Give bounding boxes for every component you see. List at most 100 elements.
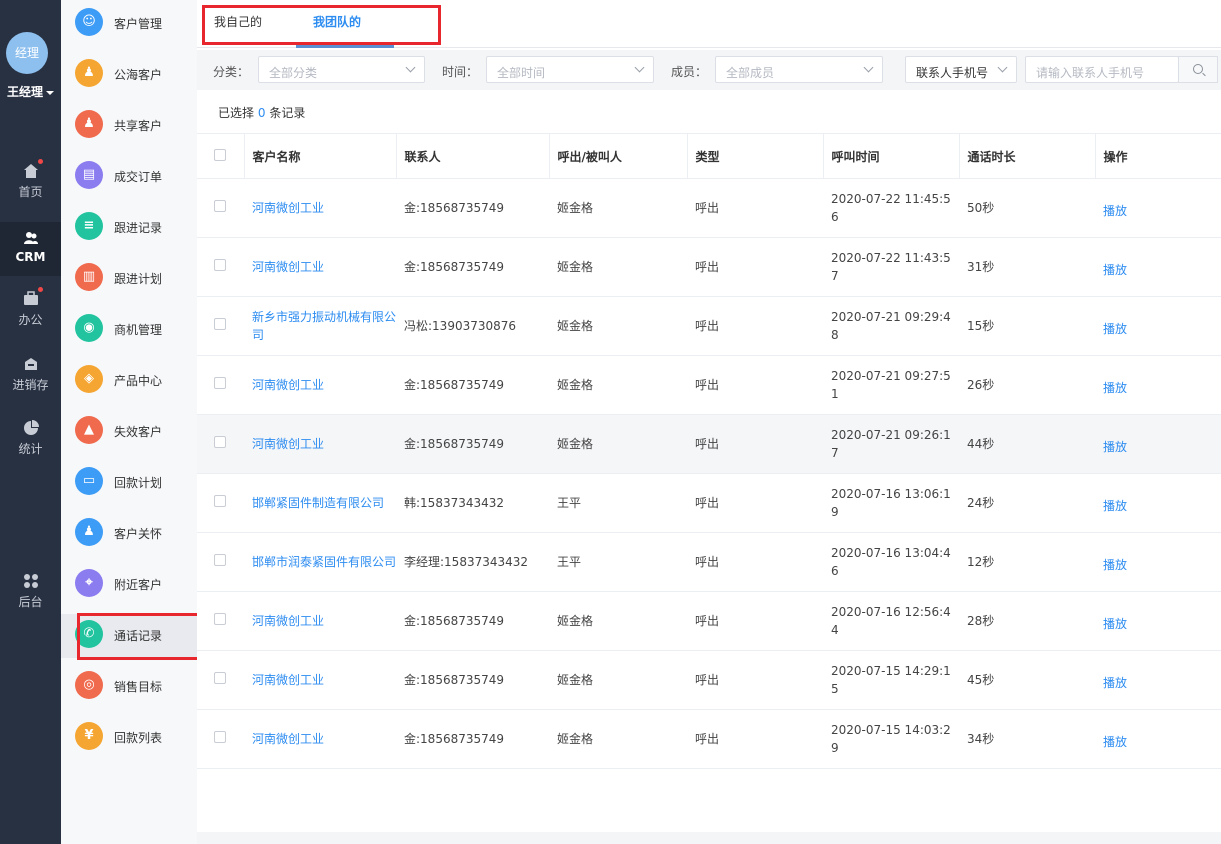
- row-checkbox[interactable]: [214, 377, 226, 389]
- customer-link[interactable]: 河南微创工业: [252, 732, 324, 746]
- customer-link[interactable]: 河南微创工业: [252, 673, 324, 687]
- play-link[interactable]: 播放: [1103, 499, 1127, 513]
- play-link[interactable]: 播放: [1103, 440, 1127, 454]
- play-link[interactable]: 播放: [1103, 381, 1127, 395]
- duration-cell: 50秒: [959, 178, 1095, 238]
- contact-type-value: 联系人手机号: [916, 66, 989, 80]
- menu-item-shared-customers[interactable]: ♟ 共享客户: [61, 104, 197, 148]
- menu-item-products[interactable]: ◈ 产品中心: [61, 359, 197, 403]
- menu-item-lost-customers[interactable]: ▲ 失效客户: [61, 410, 197, 454]
- search-button[interactable]: [1178, 56, 1218, 83]
- customer-link[interactable]: 河南微创工业: [252, 378, 324, 392]
- menu-item-label: 产品中心: [114, 374, 163, 388]
- time-cell: 2020-07-16 12:56:44: [823, 591, 959, 651]
- card-icon: ▭: [75, 467, 103, 495]
- menu-item-customer-care[interactable]: ♟ 客户关怀: [61, 512, 197, 556]
- category-select[interactable]: 全部分类: [258, 56, 425, 83]
- menu-item-followup-plan[interactable]: ▥ 跟进计划: [61, 257, 197, 301]
- nav-item-admin[interactable]: 后台: [0, 573, 61, 627]
- caller-cell: 姬金格: [549, 178, 687, 238]
- menu-item-payment-list[interactable]: ¥ 回款列表: [61, 716, 197, 760]
- duration-cell: 26秒: [959, 355, 1095, 415]
- table-row: 新乡市强力振动机械有限公司 冯松:13903730876 姬金格 呼出 2020…: [197, 296, 1221, 356]
- play-link[interactable]: 播放: [1103, 617, 1127, 631]
- menu-item-nearby-customers[interactable]: ⌖ 附近客户: [61, 563, 197, 607]
- customer-link[interactable]: 河南微创工业: [252, 437, 324, 451]
- row-checkbox[interactable]: [214, 554, 226, 566]
- menu-item-label: 附近客户: [114, 578, 163, 592]
- type-cell: 呼出: [687, 532, 823, 592]
- nav-item-office[interactable]: 办公: [0, 287, 61, 345]
- menu-item-public-customers[interactable]: ♟ 公海客户: [61, 53, 197, 97]
- customer-link[interactable]: 河南微创工业: [252, 201, 324, 215]
- phone-search-input[interactable]: 请输入联系人手机号: [1025, 56, 1179, 83]
- row-checkbox[interactable]: [214, 672, 226, 684]
- plan-icon: ▥: [75, 263, 103, 291]
- caller-cell: 姬金格: [549, 650, 687, 710]
- menu-item-orders[interactable]: ▤ 成交订单: [61, 155, 197, 199]
- crm-submenu: ☺ 客户管理 ♟ 公海客户 ♟ 共享客户 ▤ 成交订单 ≡ 跟进记录 ▥ 跟进计…: [61, 0, 207, 844]
- table-row: 邯郸紧固件制造有限公司 韩:15837343432 王平 呼出 2020-07-…: [197, 473, 1221, 533]
- table-row: 河南微创工业 金:18568735749 姬金格 呼出 2020-07-15 1…: [197, 709, 1221, 769]
- column-header: 呼出/被叫人: [549, 133, 688, 179]
- row-checkbox[interactable]: [214, 731, 226, 743]
- contact-cell: 金:18568735749: [396, 237, 549, 297]
- duration-cell: 44秒: [959, 414, 1095, 474]
- select-all-checkbox[interactable]: [214, 148, 226, 161]
- customer-link[interactable]: 邯郸市润泰紧固件有限公司: [252, 555, 396, 569]
- nav-item-crm[interactable]: CRM: [0, 222, 61, 276]
- row-checkbox[interactable]: [214, 613, 226, 625]
- caller-cell: 姬金格: [549, 296, 687, 356]
- time-cell: 2020-07-16 13:04:46: [823, 532, 959, 592]
- nav-item-home[interactable]: 首页: [0, 159, 61, 217]
- row-checkbox[interactable]: [214, 200, 226, 212]
- main-nav: 经理 王经理 首页 CRM 办公 进销存 统计 后台: [0, 0, 61, 844]
- chevron-down-icon: [634, 62, 645, 73]
- user-menu[interactable]: 王经理: [0, 83, 61, 100]
- user-name: 王经理: [6, 85, 43, 99]
- column-header: 通话时长: [959, 133, 1096, 179]
- contact-type-select[interactable]: 联系人手机号: [905, 56, 1017, 83]
- type-cell: 呼出: [687, 178, 823, 238]
- avatar[interactable]: 经理: [6, 32, 48, 74]
- active-tab-indicator: [296, 45, 394, 48]
- play-link[interactable]: 播放: [1103, 558, 1127, 572]
- menu-item-payment-plan[interactable]: ▭ 回款计划: [61, 461, 197, 505]
- customer-link[interactable]: 河南微创工业: [252, 260, 324, 274]
- member-select[interactable]: 全部成员: [715, 56, 883, 83]
- play-link[interactable]: 播放: [1103, 263, 1127, 277]
- play-link[interactable]: 播放: [1103, 204, 1127, 218]
- menu-item-customers[interactable]: ☺ 客户管理: [61, 2, 197, 46]
- contact-cell: 韩:15837343432: [396, 473, 549, 533]
- filter-bar: 分类： 全部分类 时间： 全部时间 成员： 全部成员 联系人手机号 请输入联系人…: [197, 50, 1221, 90]
- tab-bar: 我自己的 我团队的: [197, 0, 1221, 48]
- row-checkbox[interactable]: [214, 495, 226, 507]
- customer-link[interactable]: 新乡市强力振动机械有限公司: [252, 310, 396, 342]
- duration-cell: 24秒: [959, 473, 1095, 533]
- type-cell: 呼出: [687, 355, 823, 415]
- row-checkbox[interactable]: [214, 318, 226, 330]
- time-select[interactable]: 全部时间: [486, 56, 654, 83]
- play-link[interactable]: 播放: [1103, 676, 1127, 690]
- menu-item-label: 回款列表: [114, 731, 163, 745]
- customer-link[interactable]: 邯郸紧固件制造有限公司: [252, 496, 384, 510]
- customer-link[interactable]: 河南微创工业: [252, 614, 324, 628]
- nav-item-stats[interactable]: 统计: [0, 420, 61, 474]
- nav-item-inventory[interactable]: 进销存: [0, 356, 61, 410]
- menu-item-label: 销售目标: [114, 680, 163, 694]
- time-cell: 2020-07-22 11:45:56: [823, 178, 959, 238]
- pagination-area: [197, 832, 1221, 844]
- play-link[interactable]: 播放: [1103, 322, 1127, 336]
- main-content: 我自己的 我团队的 分类： 全部分类 时间： 全部时间 成员： 全部成员 联系人…: [197, 0, 1221, 844]
- column-header: 联系人: [396, 133, 550, 179]
- row-checkbox[interactable]: [214, 436, 226, 448]
- nav-item-label: 统计: [18, 442, 43, 456]
- row-checkbox[interactable]: [214, 259, 226, 271]
- menu-item-sales-target[interactable]: ◎ 销售目标: [61, 665, 197, 709]
- box-icon: ◈: [75, 365, 103, 393]
- menu-item-opportunities[interactable]: ◉ 商机管理: [61, 308, 197, 352]
- play-link[interactable]: 播放: [1103, 735, 1127, 749]
- time-cell: 2020-07-22 11:43:57: [823, 237, 959, 297]
- table-row: 河南微创工业 金:18568735749 姬金格 呼出 2020-07-21 0…: [197, 355, 1221, 415]
- menu-item-followup-records[interactable]: ≡ 跟进记录: [61, 206, 197, 250]
